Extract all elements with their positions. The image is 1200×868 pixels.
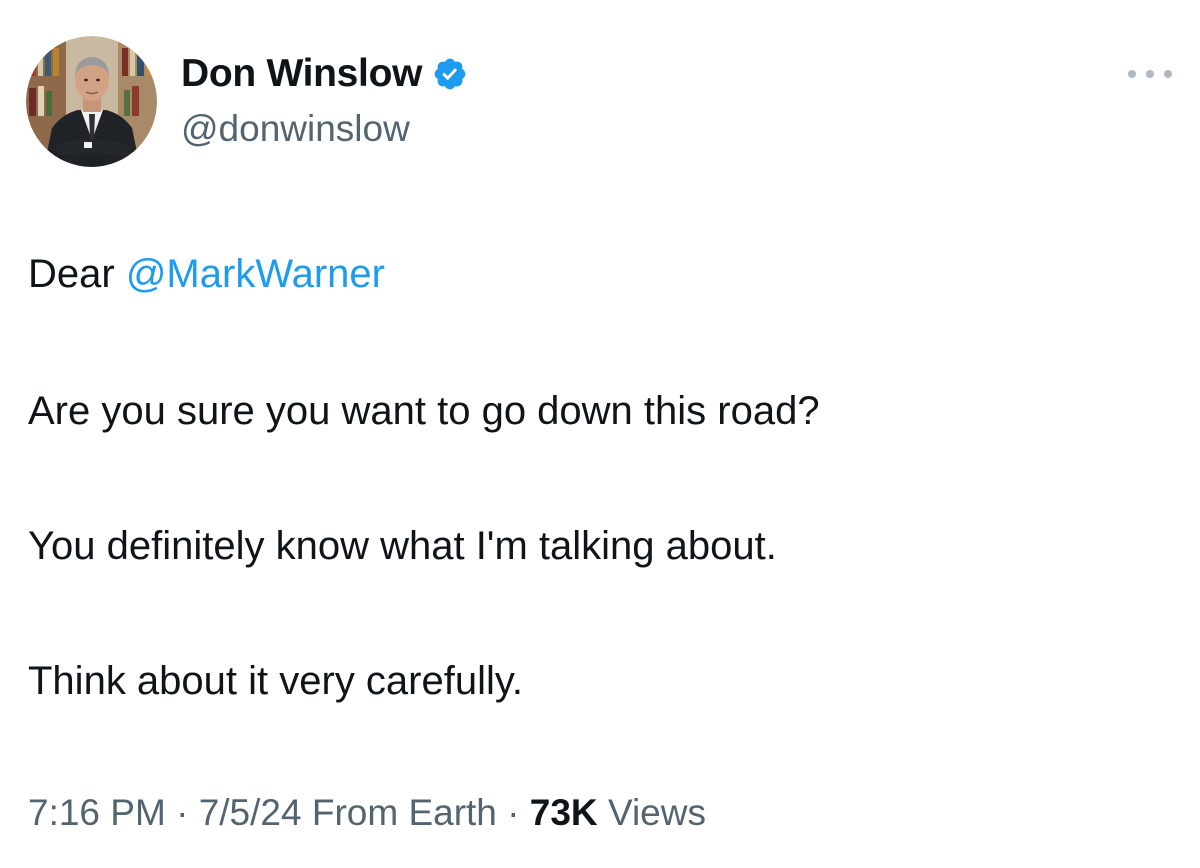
dot-icon [1164, 70, 1172, 78]
mention-link[interactable]: @MarkWarner [126, 252, 385, 296]
tweet-card: Don Winslow @donwinslow Dear @MarkWarner… [0, 0, 1200, 868]
tweet-time[interactable]: 7:16 PM [28, 792, 166, 833]
tweet-greeting: Dear [28, 252, 115, 296]
tweet-text-line: Are you sure you want to go down this ro… [28, 389, 820, 433]
dot-icon [1146, 70, 1154, 78]
author-display-name[interactable]: Don Winslow [181, 52, 422, 96]
separator: · [507, 792, 520, 833]
tweet-date[interactable]: 7/5/24 [199, 792, 302, 833]
author-avatar[interactable] [26, 36, 157, 167]
views-label: Views [607, 792, 706, 833]
views-count[interactable]: 73K [530, 792, 598, 833]
tweet-text-line: You definitely know what I'm talking abo… [28, 524, 777, 568]
tweet-text-line: Think about it very carefully. [28, 659, 524, 703]
dot-icon [1128, 70, 1136, 78]
author-handle[interactable]: @donwinslow [181, 108, 410, 150]
verified-badge-icon[interactable] [432, 56, 468, 92]
separator: · [176, 792, 189, 833]
author-name-row: Don Winslow [181, 50, 468, 98]
tweet-meta: 7:16 PM · 7/5/24 From Earth · 73K Views [28, 790, 706, 836]
tweet-greeting-line: Dear @MarkWarner [28, 250, 385, 298]
more-options-icon[interactable] [1128, 62, 1172, 86]
tweet-source: From Earth [311, 792, 497, 833]
